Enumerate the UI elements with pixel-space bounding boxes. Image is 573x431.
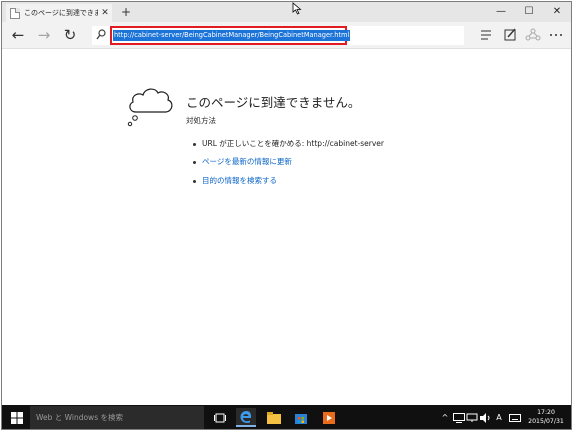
store-icon [295, 413, 307, 424]
url-text[interactable]: http://cabinet-server/BeingCabinetManage… [113, 30, 351, 41]
title-bar: このページに到達できません ✕ + — ☐ ✕ [2, 2, 571, 22]
error-subtitle: 対処方法 [186, 116, 216, 125]
task-view-button[interactable] [210, 408, 230, 427]
page-icon [10, 7, 20, 19]
media-player-icon [323, 411, 335, 424]
tab-title: このページに到達できません [24, 9, 98, 17]
minimize-button[interactable]: — [487, 2, 515, 22]
address-bar[interactable]: http://cabinet-server/BeingCabinetManage… [92, 26, 464, 45]
taskbar: Web と Windows を検索 ^ A 17:20 2015/07/31 [2, 405, 571, 429]
navigation-bar: ← → ↻ http://cabinet-server/BeingCabinet… [2, 22, 571, 49]
close-button[interactable]: ✕ [543, 2, 571, 22]
ime-indicator[interactable]: A [493, 405, 505, 429]
file-explorer-button[interactable] [264, 408, 284, 427]
taskbar-clock[interactable]: 17:20 2015/07/31 [526, 408, 566, 426]
taskbar-search-input[interactable]: Web と Windows を検索 [30, 406, 204, 429]
search-icon [96, 29, 106, 40]
browser-tab[interactable]: このページに到達できません ✕ [6, 4, 112, 22]
windows-logo-icon [11, 411, 23, 424]
mouse-cursor-icon [292, 2, 302, 15]
folder-icon [267, 411, 281, 424]
suggestion-search: 目的の情報を検索する [193, 175, 277, 186]
bullet [193, 179, 196, 183]
web-note-icon[interactable] [500, 26, 520, 44]
suggestion-text: URL が正しいことを確かめる: http://cabinet-server [202, 139, 384, 148]
store-button[interactable] [291, 408, 311, 427]
refresh-button[interactable]: ↻ [60, 26, 80, 44]
media-player-button[interactable] [319, 408, 339, 427]
tray-overflow-chevron[interactable]: ^ [440, 405, 450, 429]
browser-window: このページに到達できません ✕ + — ☐ ✕ ← → ↻ http://cab… [1, 1, 572, 430]
url-highlight-box: http://cabinet-server/BeingCabinetManage… [110, 26, 351, 45]
page-content: このページに到達できません。 対処方法 URL が正しいことを確かめる: htt… [2, 50, 571, 405]
hub-icon[interactable] [476, 26, 496, 44]
error-title: このページに到達できません。 [186, 95, 361, 110]
bullet [193, 160, 196, 164]
share-icon[interactable] [523, 26, 543, 44]
thought-cloud-icon [127, 88, 173, 127]
forward-button[interactable]: → [34, 26, 54, 44]
tab-close-button[interactable]: ✕ [100, 8, 110, 18]
clock-time: 17:20 [537, 409, 555, 416]
bullet [193, 142, 196, 146]
maximize-button[interactable]: ☐ [515, 2, 543, 22]
suggestion-check-url: URL が正しいことを確かめる: http://cabinet-server [193, 138, 384, 149]
action-center-icon[interactable] [453, 413, 465, 423]
back-button[interactable]: ← [8, 26, 28, 44]
search-info-link[interactable]: 目的の情報を検索する [202, 176, 277, 185]
edge-icon [240, 410, 252, 423]
clock-date: 2015/07/31 [528, 418, 564, 425]
suggestion-refresh: ページを最新の情報に更新 [193, 156, 292, 167]
keyboard-icon[interactable] [509, 413, 521, 423]
edge-taskbar-button[interactable] [236, 408, 256, 427]
new-tab-button[interactable]: + [119, 4, 133, 20]
task-view-icon [214, 413, 226, 422]
network-icon[interactable] [466, 413, 478, 423]
refresh-page-link[interactable]: ページを最新の情報に更新 [202, 157, 292, 166]
window-controls: — ☐ ✕ [487, 2, 571, 22]
more-icon[interactable] [546, 26, 566, 44]
volume-icon[interactable] [479, 413, 491, 423]
start-button[interactable] [4, 405, 30, 429]
